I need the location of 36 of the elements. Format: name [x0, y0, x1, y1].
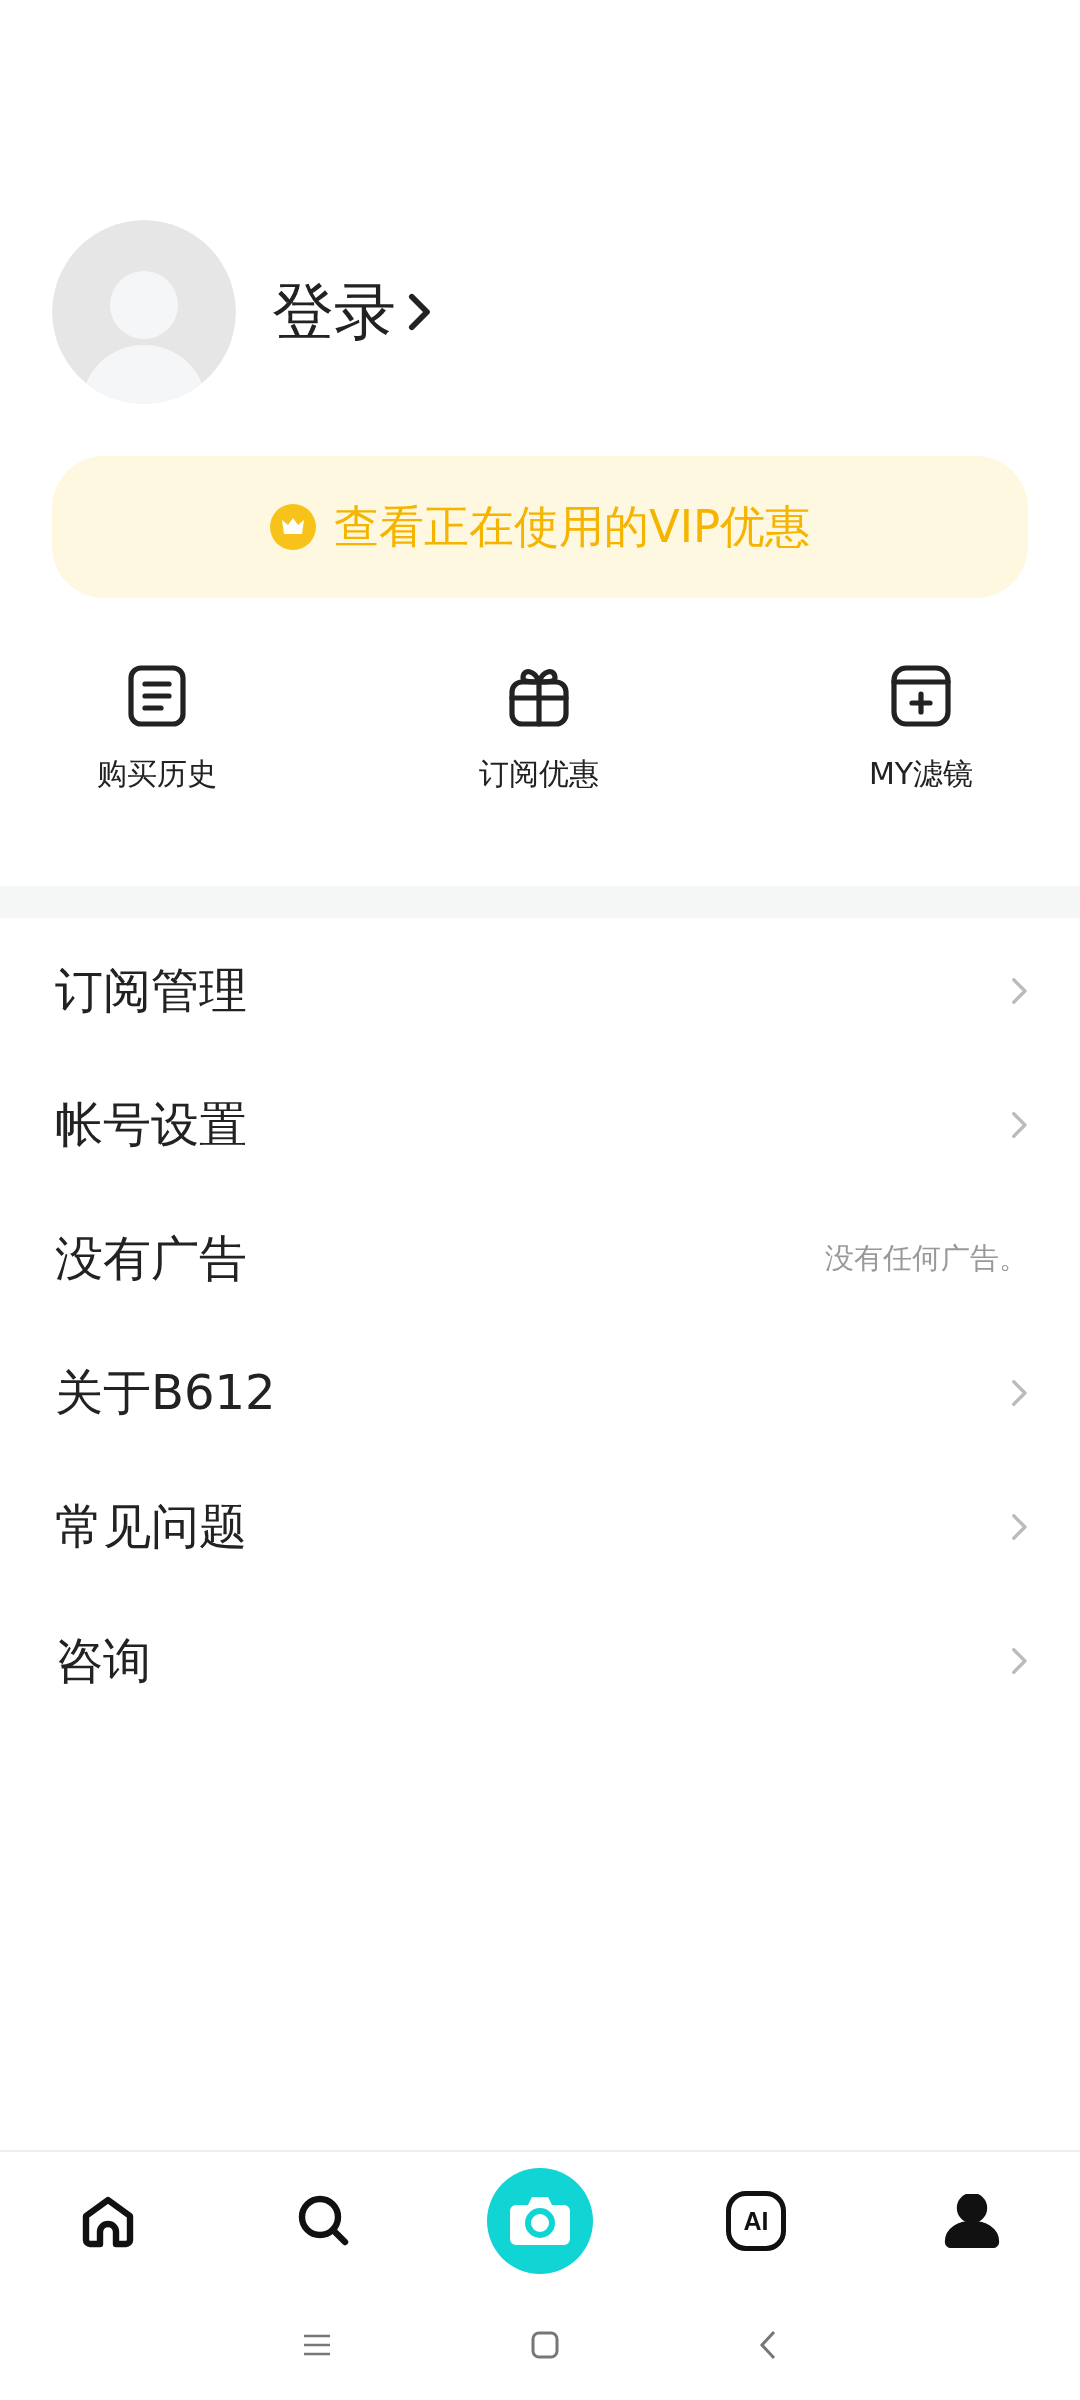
chevron-right-icon [1011, 1379, 1028, 1407]
menu-row[interactable]: 订阅管理 [0, 924, 1080, 1058]
menu-row[interactable]: 咨询 [0, 1594, 1080, 1728]
home-button[interactable] [80, 2194, 136, 2248]
menu-row[interactable]: 没有广告 没有任何广告。 [0, 1192, 1080, 1326]
menu-label: 常见问题 [55, 1497, 247, 1556]
shortcut-button[interactable]: 购买历史 [97, 664, 217, 795]
menu-row[interactable]: 关于B612 [0, 1326, 1080, 1460]
search-button[interactable] [297, 2194, 351, 2248]
menu-label: 没有广告 [55, 1229, 247, 1288]
document-icon [127, 664, 187, 728]
menu-label: 咨询 [55, 1631, 151, 1690]
chevron-right-icon [408, 293, 431, 331]
menu-row[interactable]: 常见问题 [0, 1460, 1080, 1594]
shortcut-button[interactable]: MY滤镜 [868, 664, 974, 795]
home-square-icon[interactable] [531, 2331, 559, 2359]
chevron-right-icon [1011, 1513, 1028, 1541]
chevron-right-icon [1011, 1647, 1028, 1675]
menu-value: 没有任何广告。 [825, 1240, 1028, 1277]
chevron-right-icon [1011, 1111, 1028, 1139]
crown-icon [269, 504, 316, 550]
person-icon [944, 2194, 1000, 2248]
ai-button[interactable]: AI [726, 2191, 786, 2251]
shortcut-button[interactable]: 订阅优惠 [479, 664, 599, 795]
search-icon [297, 2194, 351, 2248]
menu-row[interactable]: 帐号设置 [0, 1058, 1080, 1192]
chevron-right-icon [1011, 977, 1028, 1005]
login-link[interactable]: 登录 [272, 270, 431, 354]
menu-label: 关于B612 [55, 1363, 276, 1422]
home-icon [80, 2194, 136, 2248]
menu-label: 订阅管理 [55, 961, 247, 1020]
menu-label: 帐号设置 [55, 1095, 247, 1154]
back-icon[interactable] [759, 2330, 777, 2360]
add-calendar-icon [890, 664, 952, 728]
profile-button[interactable] [944, 2194, 1000, 2248]
menu-icon[interactable] [303, 2333, 331, 2357]
